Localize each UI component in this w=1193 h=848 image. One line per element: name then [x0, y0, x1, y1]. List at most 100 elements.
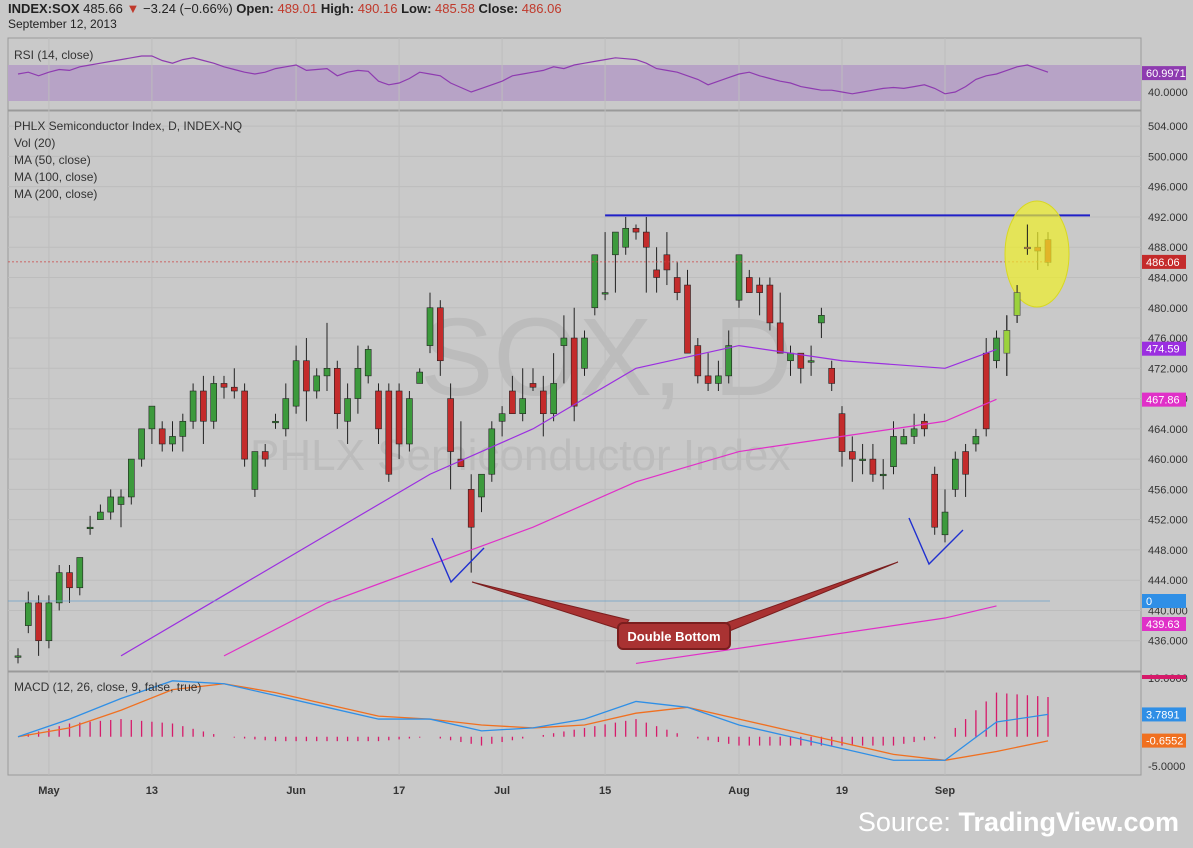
- candle-body: [642, 231, 650, 248]
- candle-body: [848, 451, 856, 460]
- candle-body: [550, 383, 557, 415]
- time-tick-label: Jul: [494, 785, 510, 797]
- macd-tag-label: 3.7891: [1146, 709, 1180, 721]
- time-tick-label: 13: [146, 785, 158, 797]
- candle-body: [107, 496, 114, 513]
- price-tick-label: 480.000: [1148, 303, 1188, 315]
- highlight-ellipse: [1004, 200, 1070, 308]
- price-tick-label: 460.000: [1148, 454, 1188, 466]
- time-tick-label: Aug: [728, 785, 749, 797]
- candle-body: [663, 254, 671, 271]
- candle-body: [1013, 292, 1021, 316]
- candle-body: [694, 345, 702, 377]
- price-tick-label: 504.000: [1148, 121, 1188, 133]
- quote-header: INDEX:SOX 485.66 ▼ −3.24 (−0.66%) Open: …: [8, 1, 562, 16]
- price-change: −3.24 (−0.66%): [143, 1, 233, 16]
- candle-body: [158, 428, 166, 445]
- candle-body: [859, 458, 866, 461]
- candle-body: [313, 375, 321, 392]
- time-tick-label: May: [38, 785, 60, 797]
- candle-body: [35, 602, 42, 642]
- candle-body: [364, 349, 372, 377]
- candle-body: [941, 511, 949, 536]
- candle-body: [406, 398, 413, 445]
- open-label: Open:: [236, 1, 274, 16]
- ma50-tag-label: 474.59: [1146, 344, 1180, 356]
- low-value: 485.58: [435, 1, 475, 16]
- low-label: Low:: [401, 1, 432, 16]
- time-tick-label: 19: [836, 785, 848, 797]
- candle-body: [591, 254, 599, 309]
- candle-body: [818, 315, 825, 324]
- candle-body: [24, 602, 32, 626]
- candle-body: [117, 496, 125, 505]
- price-tick-label: 472.000: [1148, 363, 1188, 375]
- price-tick-label: 464.000: [1148, 424, 1188, 436]
- candle-body: [509, 390, 516, 415]
- candle-body: [972, 436, 980, 445]
- time-tick-label: 17: [393, 785, 405, 797]
- ma100-tag-label: 467.86: [1146, 395, 1180, 407]
- candle-body: [436, 307, 444, 362]
- candle-body: [900, 436, 908, 445]
- macd-signal-tag-label: -0.6552: [1146, 736, 1183, 748]
- price-tick-label: 456.000: [1148, 484, 1188, 496]
- candle-body: [179, 420, 187, 437]
- candle-body: [385, 390, 393, 475]
- double-bottom-v-left: [431, 537, 485, 584]
- candle-body: [581, 337, 588, 369]
- price-legend-4: MA (200, close): [14, 187, 98, 201]
- candle-body: [931, 473, 939, 528]
- candle-body: [467, 489, 475, 528]
- candle-body: [138, 428, 145, 460]
- candle-body: [76, 557, 84, 589]
- source-prefix: Source:: [857, 807, 951, 837]
- candle-body: [344, 398, 351, 422]
- time-tick-label: 15: [599, 785, 611, 797]
- candle-body: [879, 473, 887, 477]
- candle-body: [478, 473, 485, 498]
- price-tick-label: 436.000: [1148, 636, 1188, 648]
- candle-body: [828, 367, 836, 384]
- candle-body: [632, 227, 640, 233]
- price-tick-label: 500.000: [1148, 151, 1188, 163]
- price-tick-label: 484.000: [1148, 272, 1188, 284]
- candle-body: [776, 322, 784, 354]
- symbol: INDEX:SOX: [8, 1, 80, 16]
- candle-body: [807, 360, 815, 363]
- candle-body: [560, 337, 568, 346]
- candle-body: [962, 451, 969, 475]
- chart-date: September 12, 2013: [8, 17, 117, 31]
- candle-body: [601, 292, 609, 295]
- candle-body: [498, 413, 506, 422]
- candle-body: [519, 398, 527, 415]
- candle-body: [838, 413, 846, 452]
- close-value: 486.06: [521, 1, 562, 16]
- candle-body: [787, 352, 794, 362]
- candle-body: [426, 307, 434, 346]
- candle-body: [14, 655, 22, 658]
- macd-hist-tag: [1142, 675, 1186, 679]
- candle-body: [189, 390, 197, 422]
- candle-body: [251, 451, 259, 490]
- price-tick-label: 496.000: [1148, 182, 1188, 194]
- candle-body: [951, 458, 959, 490]
- volume-tag-label: 0: [1146, 596, 1152, 608]
- time-axis: May 13 Jun 17 Jul 15 Aug 19 Sep: [38, 785, 955, 797]
- candle-body: [910, 428, 918, 437]
- watermark-symbol: SOX, D: [420, 296, 793, 419]
- candle-body: [570, 337, 578, 407]
- candle-body: [1003, 330, 1011, 354]
- last-price: 485.66: [83, 1, 123, 16]
- candle-body: [282, 398, 290, 430]
- candle-body: [66, 572, 73, 589]
- candle-body: [241, 390, 248, 460]
- candle-body: [148, 405, 156, 430]
- candle-body: [210, 383, 217, 422]
- price-legend-0: PHLX Semiconductor Index, D, INDEX-NQ: [14, 119, 243, 133]
- price-legend-2: MA (50, close): [14, 153, 91, 167]
- candle-body: [1024, 246, 1031, 250]
- candle-body: [673, 277, 681, 293]
- rsi-current-tag-label: 60.9971: [1146, 68, 1186, 80]
- double-bottom-label: Double Bottom: [617, 622, 731, 650]
